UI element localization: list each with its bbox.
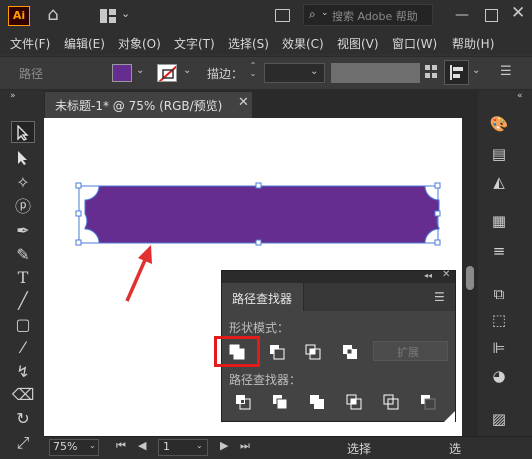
color-panel-icon[interactable]: 🎨: [488, 113, 510, 135]
chevron-down-icon[interactable]: ⌄: [183, 66, 191, 76]
chevron-down-icon[interactable]: ⌄: [196, 442, 203, 450]
panel-title: 路径查找器: [232, 292, 293, 306]
stroke-weight-stepper[interactable]: ⌃ ⌄: [246, 62, 260, 84]
trim-icon[interactable]: [271, 393, 289, 411]
zoom-value: 75%: [53, 440, 78, 453]
lasso-tool-icon[interactable]: ⓟ: [11, 196, 35, 218]
collapse-icon[interactable]: »: [10, 92, 16, 101]
collapse-panel-icon[interactable]: ◂◂: [424, 271, 432, 280]
no-stroke-icon: [158, 65, 176, 81]
layers-panel-icon[interactable]: ≡: [488, 240, 510, 262]
document-tab-title: 未标题-1* @ 75% (RGB/预览): [55, 99, 223, 113]
transform-grid-icon[interactable]: [424, 63, 438, 81]
crop-icon[interactable]: [345, 393, 363, 411]
last-artboard-icon[interactable]: ⏭: [240, 440, 250, 451]
current-tool-status: 选择: [347, 442, 372, 456]
document-arrange-icon[interactable]: [275, 9, 290, 22]
menu-select[interactable]: 选择(S): [228, 35, 269, 52]
close-icon[interactable]: ✕: [238, 96, 249, 109]
intersect-icon[interactable]: [304, 343, 322, 361]
workspace-switcher-icon[interactable]: [99, 8, 117, 24]
search-placeholder: 搜索 Adobe 帮助: [332, 10, 418, 23]
first-artboard-icon[interactable]: ⏮: [116, 440, 126, 451]
selection-type-label: 路径: [19, 67, 44, 81]
annotation-arrow: [125, 245, 152, 302]
chevron-down-icon[interactable]: ⌄: [89, 442, 96, 450]
panel-tab-strip: [304, 283, 455, 311]
divide-icon[interactable]: [234, 393, 252, 411]
symbols-panel-icon[interactable]: ▦: [488, 210, 510, 232]
pathfinder-panel-icon[interactable]: ◕: [488, 365, 510, 387]
merge-icon[interactable]: [308, 393, 326, 411]
type-tool-icon[interactable]: T: [11, 267, 35, 289]
minus-front-icon[interactable]: [268, 343, 286, 361]
align-left-icon: [450, 65, 463, 80]
chevron-down-icon[interactable]: ⌄: [136, 66, 144, 76]
status-menu[interactable]: 选: [449, 440, 461, 457]
menu-object[interactable]: 对象(O): [118, 35, 161, 52]
menu-effect[interactable]: 效果(C): [282, 35, 324, 52]
pathfinders-label: 路径查找器：: [229, 373, 302, 387]
next-artboard-icon[interactable]: ▶: [220, 440, 228, 451]
rectangle-tool-icon[interactable]: ▢: [11, 314, 35, 336]
chevron-down-icon[interactable]: ⌄: [121, 8, 130, 19]
scale-tool-icon[interactable]: ⤢: [11, 432, 35, 454]
align-button[interactable]: [444, 60, 469, 85]
chevron-down-icon: ⌄: [321, 8, 329, 18]
magic-wand-tool-icon[interactable]: ✧: [11, 172, 35, 194]
search-icon: ⌕: [309, 7, 316, 21]
variable-width-profile[interactable]: [331, 63, 420, 83]
paintbrush-tool-icon[interactable]: ⁄: [11, 337, 35, 359]
artboard-number: 1: [163, 440, 170, 453]
menu-window[interactable]: 窗口(W): [392, 35, 437, 52]
pen-tool-icon[interactable]: ✒: [11, 220, 35, 242]
swatches-panel-icon[interactable]: ▤: [488, 143, 510, 165]
artboards-panel-icon[interactable]: ⧉: [488, 283, 510, 305]
scrollbar-thumb[interactable]: [466, 266, 474, 290]
menu-edit[interactable]: 编辑(E): [64, 35, 105, 52]
maximize-icon[interactable]: [485, 9, 498, 22]
resize-grip-icon[interactable]: [443, 411, 455, 423]
direct-selection-tool-icon[interactable]: [11, 147, 35, 169]
minimize-icon[interactable]: —: [455, 8, 469, 22]
unite-highlight-annotation: [214, 336, 260, 367]
menu-file[interactable]: 文件(F): [10, 35, 50, 52]
fill-color-swatch[interactable]: [112, 64, 132, 82]
stroke-weight-label: 描边：: [207, 67, 244, 81]
exclude-icon[interactable]: [341, 343, 359, 361]
close-panel-icon[interactable]: ✕: [442, 269, 450, 280]
transform-panel-icon[interactable]: ⬚: [488, 309, 510, 331]
chevron-down-icon[interactable]: ⌄: [310, 67, 318, 77]
line-tool-icon[interactable]: ╱: [11, 290, 35, 312]
menu-type[interactable]: 文字(T): [174, 35, 215, 52]
selection-tool-icon[interactable]: [11, 121, 35, 143]
chevron-down-icon[interactable]: ⌄: [472, 66, 480, 76]
menu-view[interactable]: 视图(V): [337, 35, 379, 52]
expand-button-label: 扩展: [397, 346, 419, 359]
shape-modes-label: 形状模式：: [229, 321, 290, 335]
close-icon[interactable]: ✕: [511, 5, 525, 22]
home-icon[interactable]: ⌂: [42, 6, 64, 26]
appearance-panel-icon[interactable]: ▨: [488, 408, 510, 430]
gradient-panel-icon[interactable]: ◭: [488, 171, 510, 193]
previous-artboard-icon[interactable]: ◀: [138, 440, 146, 451]
rotate-tool-icon[interactable]: ↻: [11, 408, 35, 430]
app-logo: Ai: [8, 6, 30, 26]
panel-header[interactable]: [222, 271, 455, 283]
minus-back-icon[interactable]: [419, 393, 437, 411]
outline-icon[interactable]: [382, 393, 400, 411]
stroke-color-swatch[interactable]: [157, 64, 177, 82]
expand-panels-icon[interactable]: «: [517, 92, 523, 101]
panel-menu-icon[interactable]: ☰: [434, 290, 445, 304]
align-panel-icon[interactable]: ⊫: [488, 337, 510, 359]
eraser-tool-icon[interactable]: ⌫: [11, 384, 35, 406]
purple-tag-shape[interactable]: [84, 185, 440, 244]
menu-help[interactable]: 帮助(H): [452, 35, 494, 52]
title-bar: [0, 0, 532, 32]
curvature-tool-icon[interactable]: ✎: [11, 244, 35, 266]
panel-menu-icon[interactable]: ☰: [500, 65, 512, 78]
shaper-tool-icon[interactable]: ↯: [11, 361, 35, 383]
